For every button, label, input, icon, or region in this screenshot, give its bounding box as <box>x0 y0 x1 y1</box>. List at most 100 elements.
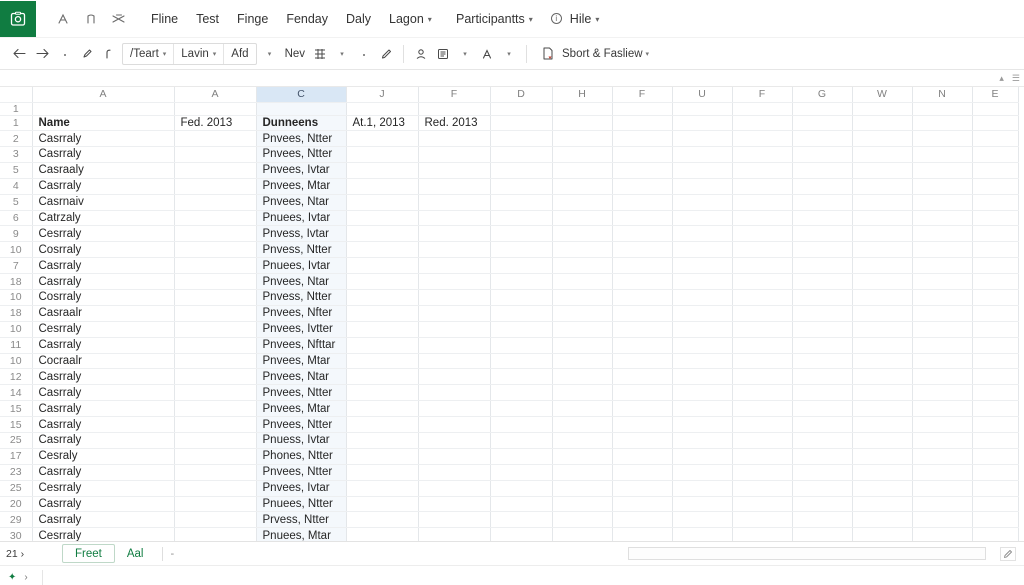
grid-cell[interactable] <box>418 257 491 275</box>
grid-cell[interactable] <box>792 321 853 338</box>
grid-cell[interactable]: Casrraly <box>32 273 175 290</box>
grid-cell[interactable] <box>912 130 973 147</box>
grid-cell[interactable] <box>552 194 613 211</box>
grid-cell[interactable] <box>346 273 419 290</box>
back-arrow-icon[interactable] <box>8 42 31 66</box>
forward-arrow-icon[interactable] <box>31 42 54 66</box>
grid-cell[interactable] <box>612 130 673 147</box>
grid-cell[interactable] <box>792 241 853 259</box>
row-header[interactable]: 29 <box>0 511 33 529</box>
grid-cell[interactable] <box>552 527 613 541</box>
grid-cell[interactable] <box>552 102 613 116</box>
grid-cell[interactable] <box>672 289 733 306</box>
grid-cell[interactable]: Phones, Ntter <box>256 448 347 465</box>
grid-cell[interactable] <box>912 225 973 243</box>
grid-cell[interactable] <box>612 337 673 354</box>
grid-cell[interactable] <box>346 496 419 513</box>
grid-cell[interactable] <box>174 130 257 147</box>
grid-cell[interactable] <box>852 241 913 259</box>
grid-cell[interactable]: Pnvees, Nfttar <box>256 337 347 354</box>
grid-cell[interactable]: Casrraly <box>32 368 175 386</box>
grid-cell[interactable] <box>346 194 419 211</box>
grid-cell[interactable] <box>852 384 913 402</box>
grid-cell[interactable] <box>972 115 1019 132</box>
grid-cell[interactable] <box>792 480 853 497</box>
menu-item-fenday[interactable]: Fenday <box>277 7 337 31</box>
grid-cell[interactable] <box>972 384 1019 402</box>
row-header[interactable]: 10 <box>0 241 33 259</box>
row-header[interactable]: 6 <box>0 210 33 227</box>
grid-cell[interactable] <box>852 527 913 541</box>
grid-cell[interactable] <box>346 102 419 116</box>
grid-cell[interactable]: Pnvees, Ntar <box>256 368 347 386</box>
grid-cell[interactable] <box>552 210 613 227</box>
list-dropdown-caret[interactable]: ▾ <box>454 42 476 66</box>
grid-cell[interactable] <box>912 289 973 306</box>
grid-cell[interactable]: Casrraly <box>32 400 175 418</box>
grid-cell[interactable] <box>912 115 973 132</box>
grid-cell[interactable] <box>972 527 1019 541</box>
grid-cell[interactable] <box>852 400 913 418</box>
grid-cell[interactable] <box>792 102 853 116</box>
grid-cell[interactable] <box>912 353 973 370</box>
grid-cell[interactable] <box>174 448 257 465</box>
grid-cell[interactable] <box>552 305 613 322</box>
grid-cell[interactable] <box>792 130 853 147</box>
grid-cell[interactable] <box>732 400 793 418</box>
grid-cell[interactable] <box>552 337 613 354</box>
grid-cell[interactable] <box>174 273 257 290</box>
grid-cell[interactable] <box>972 480 1019 497</box>
grid-cell[interactable] <box>490 130 553 147</box>
table-row[interactable]: 2 Casrraly Pnvees, Ntter <box>0 130 1019 147</box>
grid-cell[interactable] <box>552 480 613 497</box>
grid-cell[interactable] <box>612 321 673 338</box>
grid-cell[interactable] <box>346 432 419 449</box>
sheet-tab-freet[interactable]: Freet <box>62 544 115 563</box>
grid-cell[interactable] <box>612 353 673 370</box>
table-row[interactable]: 3 Casrraly Pnvees, Ntter <box>0 146 1019 163</box>
grid-cell[interactable] <box>418 337 491 354</box>
grid-cell[interactable] <box>912 162 973 179</box>
grid-cell[interactable]: Pnvees, Ntter <box>256 464 347 481</box>
grid-cell[interactable] <box>612 146 673 163</box>
grid-cell[interactable] <box>490 146 553 163</box>
grid-cell[interactable]: Cesrraly <box>32 225 175 243</box>
undo-history-icon[interactable] <box>78 6 104 32</box>
table-row[interactable]: 1 Name Fed. 2013 Dunneens At.1, 2013 Red. 201… <box>0 115 1019 132</box>
grid-cell[interactable]: Pnvees, Mtar <box>256 178 347 195</box>
grid-cell[interactable] <box>912 305 973 322</box>
grid-cell[interactable] <box>852 210 913 227</box>
grid-cell[interactable] <box>672 464 733 481</box>
grid-cell[interactable] <box>672 241 733 259</box>
row-header[interactable]: 3 <box>0 146 33 163</box>
grid-cell[interactable] <box>552 178 613 195</box>
grid-cell[interactable] <box>852 416 913 434</box>
grid-cell[interactable] <box>852 337 913 354</box>
grid-cell[interactable] <box>418 480 491 497</box>
grid-cell[interactable] <box>852 496 913 513</box>
row-header[interactable]: 15 <box>0 400 33 418</box>
grid-cell[interactable] <box>418 448 491 465</box>
grid-cell[interactable] <box>552 241 613 259</box>
grid-cell[interactable] <box>418 146 491 163</box>
grid-cell[interactable] <box>732 305 793 322</box>
grid-cell[interactable] <box>346 416 419 434</box>
row-header[interactable]: 5 <box>0 162 33 179</box>
grid-cell[interactable]: Casrraly <box>32 416 175 434</box>
style-combo-lavin[interactable]: Lavin ▾ <box>174 43 225 64</box>
grid-cell[interactable] <box>972 511 1019 529</box>
sort-filter-button[interactable]: Sbort & Fasliew ▾ <box>533 42 653 66</box>
grid-cell[interactable] <box>612 194 673 211</box>
grid-cell[interactable] <box>490 102 553 116</box>
row-header[interactable]: 1 <box>0 102 33 116</box>
column-header-6[interactable]: H <box>552 87 613 103</box>
table-row[interactable]: 10 Cosrraly Pnvess, Ntter <box>0 241 1019 259</box>
grid-cell[interactable]: Casraalr <box>32 305 175 322</box>
column-header-2[interactable]: C <box>256 87 347 103</box>
grid-cell[interactable] <box>672 146 733 163</box>
grid-cell[interactable] <box>612 480 673 497</box>
grid-cell[interactable] <box>672 511 733 529</box>
grid-cell[interactable] <box>174 146 257 163</box>
grid-cell[interactable] <box>552 321 613 338</box>
grid-cell[interactable] <box>418 162 491 179</box>
